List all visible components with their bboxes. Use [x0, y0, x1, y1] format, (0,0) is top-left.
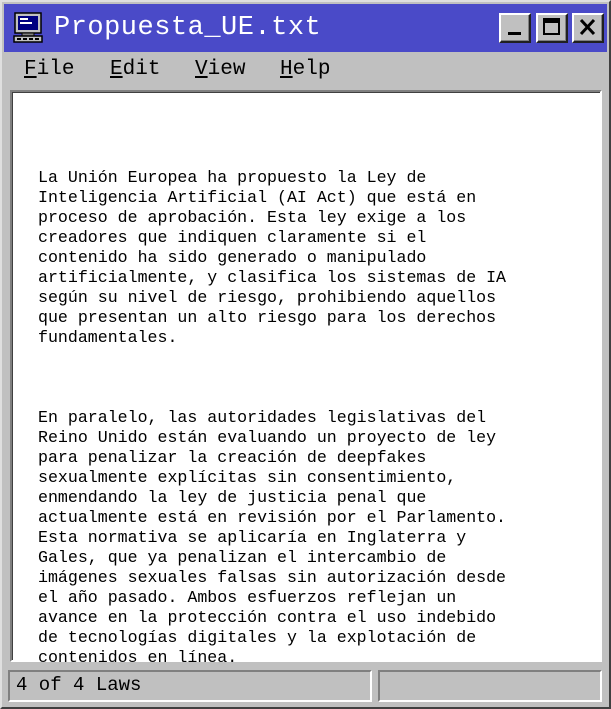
close-icon: [579, 18, 596, 36]
minimize-icon: [508, 32, 521, 35]
text-editor-area[interactable]: La Unión Europea ha propuesto la Ley de …: [10, 90, 602, 667]
menu-edit[interactable]: Edit: [110, 58, 160, 82]
menu-bar: File Edit View Help: [4, 54, 607, 86]
status-pane-right: [378, 670, 602, 702]
menu-view[interactable]: View: [195, 58, 245, 82]
status-bar: 4 of 4 Laws: [4, 666, 607, 705]
computer-icon: [12, 11, 46, 45]
paragraph-eu-ai-act: La Unión Europea ha propuesto la Ley de …: [38, 168, 507, 347]
maximize-icon: [543, 18, 560, 35]
menu-help[interactable]: Help: [280, 58, 330, 82]
paragraph-uk-deepfakes: En paralelo, las autoridades legislativa…: [38, 408, 507, 667]
minimize-button[interactable]: [499, 13, 531, 43]
status-pane-left: 4 of 4 Laws: [8, 670, 372, 702]
window-title: Propuesta_UE.txt: [54, 13, 322, 43]
document-text: La Unión Europea ha propuesto la Ley de …: [38, 128, 578, 708]
close-button[interactable]: [572, 13, 604, 43]
maximize-button[interactable]: [536, 13, 568, 43]
menu-file[interactable]: File: [24, 58, 74, 82]
notepad-window: Propuesta_UE.txt File Edit View Help La …: [0, 0, 611, 709]
title-bar[interactable]: Propuesta_UE.txt: [4, 4, 607, 52]
